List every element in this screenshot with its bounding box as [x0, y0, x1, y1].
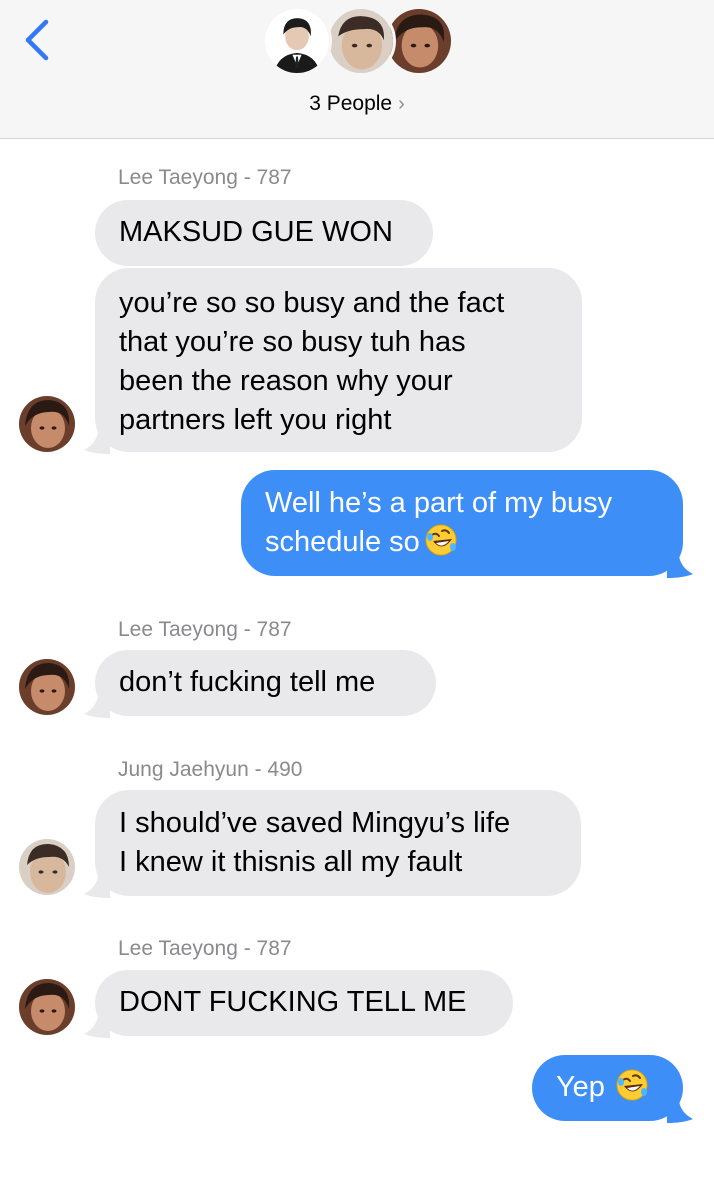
bubble-tail: [667, 556, 693, 578]
sender-label: Lee Taeyong - 787: [118, 937, 292, 960]
message-bubble[interactable]: DONT FUCKING TELL ME: [95, 970, 513, 1036]
message-text: Yep: [556, 1071, 605, 1103]
message-text: Well he’s a part of my busy: [265, 487, 613, 519]
message-text: been the reason why your: [119, 365, 453, 397]
back-button[interactable]: [18, 16, 58, 64]
people-count-label: 3 People: [309, 92, 393, 115]
avatar-member-2: [326, 6, 396, 76]
avatar-jung-jaehyun[interactable]: [19, 839, 75, 895]
message-text: I knew it thisnis all my fault: [119, 846, 463, 878]
avatar-lee-taeyong[interactable]: [19, 979, 75, 1035]
chevron-left-icon: [25, 19, 49, 61]
group-info-link[interactable]: 3 People ›: [0, 92, 714, 116]
message-bubble[interactable]: I should’ve saved Mingyu’s life I knew i…: [95, 790, 581, 896]
rolling-on-floor-laughing-emoji-icon: [616, 1069, 648, 1101]
bubble-tail: [84, 696, 110, 718]
chevron-right-icon: ›: [398, 93, 405, 115]
message-bubble-outgoing[interactable]: Well he’s a part of my busy schedule so: [241, 470, 683, 576]
avatar-lee-taeyong[interactable]: [19, 659, 75, 715]
group-avatars[interactable]: [262, 6, 454, 86]
message-bubble[interactable]: don’t fucking tell me: [95, 650, 436, 716]
message-text: MAKSUD GUE WON: [119, 216, 393, 248]
message-bubble-outgoing[interactable]: Yep: [532, 1055, 683, 1121]
conversation-screen: 3 People › Lee Taeyong - 787 MAKSUD GUE W…: [0, 0, 714, 1200]
avatar-member-1: [262, 6, 332, 76]
message-text: that you’re so busy tuh has: [119, 326, 466, 358]
sender-label: Jung Jaehyun - 490: [118, 758, 303, 781]
conversation-header: 3 People ›: [0, 0, 714, 139]
sender-label: Lee Taeyong - 787: [118, 618, 292, 641]
message-bubble[interactable]: you’re so so busy and the fact that you’…: [95, 268, 582, 452]
message-text: I should’ve saved Mingyu’s life: [119, 807, 511, 839]
message-text: you’re so so busy and the fact: [119, 287, 505, 319]
bubble-tail: [84, 1016, 110, 1038]
message-text: schedule so: [265, 526, 420, 558]
message-text: don’t fucking tell me: [119, 666, 376, 698]
message-bubble[interactable]: MAKSUD GUE WON: [95, 200, 433, 266]
message-text: partners left you right: [119, 404, 392, 436]
bubble-tail: [667, 1101, 693, 1123]
message-text: DONT FUCKING TELL ME: [119, 986, 467, 1018]
bubble-tail: [84, 432, 110, 454]
rolling-on-floor-laughing-emoji-icon: [425, 524, 457, 556]
bubble-tail: [84, 876, 110, 898]
avatar-lee-taeyong[interactable]: [19, 396, 75, 452]
sender-label: Lee Taeyong - 787: [118, 166, 292, 189]
